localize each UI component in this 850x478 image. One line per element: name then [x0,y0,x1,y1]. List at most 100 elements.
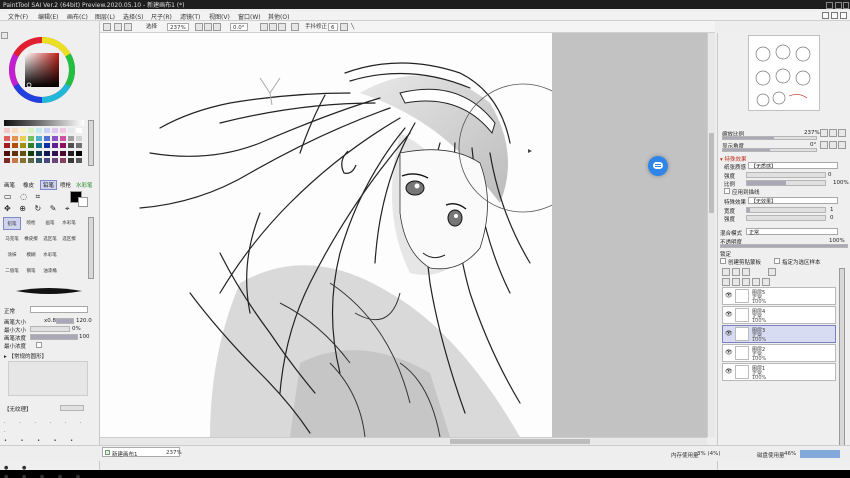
effects-section-label[interactable]: ▾ 特殊效果 [720,155,747,163]
eye-icon[interactable]: 👁 [725,293,733,299]
nav-angle-slider[interactable] [722,148,817,152]
tool-bucket[interactable]: 油漆桶 [41,265,59,278]
tool-pencil[interactable]: 铅笔 [3,217,21,230]
rotate-reset-icon[interactable] [838,141,846,149]
color-swatch[interactable] [12,150,18,156]
brush-size-slider[interactable] [56,318,74,324]
zoom-in-icon[interactable] [204,23,212,31]
rotate-left-icon[interactable] [820,141,828,149]
menu-other[interactable]: 其他(O) [268,12,289,21]
color-swatch[interactable] [76,150,82,156]
brush-texture-label[interactable]: 【无纹理】 [4,405,32,413]
effect-intensity-slider[interactable] [746,215,826,221]
merge-down-icon[interactable] [722,278,730,286]
color-swatch[interactable] [12,128,18,133]
apply-to-lines-checkbox[interactable] [724,188,730,194]
color-swatch[interactable] [4,135,10,141]
color-swatch[interactable] [60,143,66,148]
color-swatch[interactable] [12,158,18,163]
min-size-slider[interactable] [30,326,70,332]
tool-airbrush[interactable]: 喷枪 [22,217,40,230]
tool-brush[interactable]: 画笔 [41,217,59,230]
color-swatch[interactable] [4,128,10,133]
tool-tab-watercolor[interactable]: 水彩笔 [76,181,93,189]
blend-mode-select[interactable] [30,306,88,313]
layer-row[interactable]: 👁 图层5 正常 100% [722,287,836,305]
close-icon[interactable] [840,12,847,19]
color-swatch[interactable] [52,158,58,163]
color-swatch[interactable] [52,135,58,141]
eye-icon[interactable]: 👁 [725,369,733,375]
color-swatch[interactable] [12,135,18,141]
tool-eraser[interactable]: 橡皮擦 [22,233,40,246]
color-swatch[interactable] [20,128,26,133]
color-swatch[interactable] [4,143,10,148]
color-swatch[interactable] [44,150,50,156]
rotation-field[interactable]: 0.0° [230,23,248,31]
color-swatch[interactable] [68,143,74,148]
color-swatch[interactable] [44,158,50,163]
color-swatch[interactable] [36,158,42,163]
rotate-icon[interactable] [103,23,111,31]
tool-tab-eraser[interactable]: 橡皮 [23,181,34,189]
rotate-right-icon[interactable] [269,23,277,31]
selection-source-checkbox[interactable] [774,258,780,264]
color-swatch[interactable] [76,128,82,133]
texture-strength-slider[interactable] [60,405,84,411]
color-swatch[interactable] [20,158,26,163]
eye-icon[interactable]: 👁 [725,350,733,356]
eye-icon[interactable]: 👁 [725,312,733,318]
color-mode-icon[interactable] [1,32,8,39]
transform-tools-row[interactable]: ✥ ⊕ ↻ ✎ ⌖ [4,204,73,214]
maximize-icon[interactable] [835,2,842,9]
color-swatch[interactable] [20,150,26,156]
selection-tools-row[interactable]: ▭ ◌ ⌗ [4,192,43,202]
effect-width-slider[interactable] [746,207,826,213]
color-swatch[interactable] [44,135,50,141]
tool-watercolor[interactable]: 水彩笔 [60,217,78,230]
color-swatch[interactable] [4,150,10,156]
zoom-reset-icon[interactable] [838,129,846,137]
canvas-horizontal-scrollbar[interactable] [100,437,707,445]
color-swatch[interactable] [36,135,42,141]
rotate-right-icon[interactable] [829,141,837,149]
color-swatch[interactable] [12,143,18,148]
color-swatch[interactable] [36,150,42,156]
color-swatch[interactable] [76,135,82,141]
color-swatch[interactable] [4,158,10,163]
layer-options-icon[interactable] [768,268,776,276]
secondary-color-swatch[interactable] [78,197,88,207]
tool-binary-pen[interactable]: 二值笔 [3,265,21,278]
zoom-field[interactable]: 237% [167,23,189,31]
color-swatch[interactable] [68,128,74,133]
density-slider[interactable] [30,334,78,340]
layer-row[interactable]: 👁 图层4 正常 100% [722,306,836,324]
color-swatch[interactable] [28,158,34,163]
paper-texture-select[interactable]: 【无质感】 [748,162,838,170]
brush-blend-mode[interactable]: 正常 [4,307,15,315]
chat-bubble-icon[interactable] [648,156,668,176]
menu-select[interactable]: 选择(S) [123,12,144,21]
effect-select[interactable]: 【无效果】 [748,197,838,205]
layer-row[interactable]: 👁 图层3 正常 100% [722,325,836,343]
fit-icon[interactable] [114,23,122,31]
color-swatch[interactable] [76,143,82,148]
layer-blend-select[interactable]: 正常 [746,228,838,236]
new-linework-layer-icon[interactable] [732,268,740,276]
stabilizer-field[interactable]: 6 [328,23,338,31]
tool-tab-brush[interactable]: 画笔 [4,181,15,189]
color-swatch[interactable] [44,143,50,148]
document-tab[interactable]: 新建画布1 237% [102,447,182,458]
color-swatch[interactable] [60,158,66,163]
tool-tab-pencil[interactable]: 铅笔 [40,180,58,190]
color-swatch[interactable] [20,143,26,148]
canvas-vertical-scrollbar[interactable] [707,33,715,437]
tool-select-eraser[interactable]: 选区擦 [60,233,78,246]
menu-ruler[interactable]: 尺子(R) [151,12,172,21]
color-swatch[interactable] [52,128,58,133]
menu-layer[interactable]: 图层(L) [95,12,115,21]
menu-file[interactable]: 文件(F) [8,12,28,21]
menu-filter[interactable]: 滤镜(T) [180,12,200,21]
zoom-reset-icon[interactable] [213,23,221,31]
tool-marker[interactable]: 马克笔 [3,233,21,246]
